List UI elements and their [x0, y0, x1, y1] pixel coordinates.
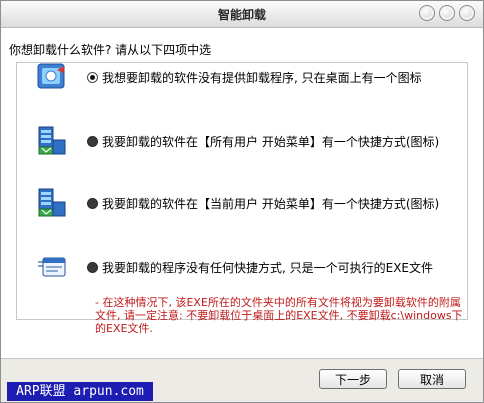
option-4-radio[interactable]	[87, 261, 98, 273]
option-2-radio[interactable]	[87, 135, 98, 147]
option-exe-file[interactable]: 我要卸载的程序没有任何快捷方式, 只是一个可执行的EXE文件	[35, 248, 433, 286]
window-title: 智能卸载	[217, 8, 266, 22]
close-button[interactable]	[459, 5, 475, 21]
option-1-radio[interactable]	[87, 71, 98, 83]
footer-divider	[1, 358, 483, 359]
current-user-start-menu-icon	[35, 186, 69, 220]
prompt-text: 你想卸载什么软件? 请从以下四项中选	[9, 43, 212, 57]
wizard-content: 你想卸载什么软件? 请从以下四项中选 我想要卸载的软件没有提供卸载程序, 只在桌…	[1, 28, 483, 358]
exe-warning-note: - 在这种情况下, 该EXE所在的文件夹中的所有文件将视为要卸载软件的附属文件,…	[95, 296, 463, 335]
minimize-button[interactable]	[419, 5, 435, 21]
window-controls	[419, 5, 475, 21]
option-1-label: 我想要卸载的软件没有提供卸载程序, 只在桌面上有一个图标	[102, 70, 422, 85]
option-4-label: 我要卸载的程序没有任何快捷方式, 只是一个可执行的EXE文件	[102, 260, 434, 275]
option-3-radio[interactable]	[87, 197, 98, 209]
next-button[interactable]: 下一步	[319, 369, 387, 389]
option-desktop-icon[interactable]: 我想要卸载的软件没有提供卸载程序, 只在桌面上有一个图标	[35, 58, 422, 96]
option-current-user-start-menu[interactable]: 我要卸载的软件在【当前用户 开始菜单】有一个快捷方式(图标)	[35, 184, 439, 222]
desktop-shortcut-icon	[35, 60, 69, 94]
option-2-label: 我要卸载的软件在【所有用户 开始菜单】有一个快捷方式(图标)	[102, 134, 440, 149]
all-users-start-menu-icon	[35, 124, 69, 158]
site-watermark: ARP联盟 arpun.com	[7, 382, 153, 401]
uninstall-wizard-window: 智能卸载 你想卸载什么软件? 请从以下四项中选 我想要卸载的软件没有提供卸载程序…	[0, 0, 484, 403]
maximize-button[interactable]	[439, 5, 455, 21]
option-all-users-start-menu[interactable]: 我要卸载的软件在【所有用户 开始菜单】有一个快捷方式(图标)	[35, 122, 439, 160]
cancel-button[interactable]: 取消	[398, 369, 466, 389]
exe-file-icon	[35, 250, 69, 284]
title-bar: 智能卸载	[1, 1, 483, 28]
option-3-label: 我要卸载的软件在【当前用户 开始菜单】有一个快捷方式(图标)	[102, 196, 440, 211]
